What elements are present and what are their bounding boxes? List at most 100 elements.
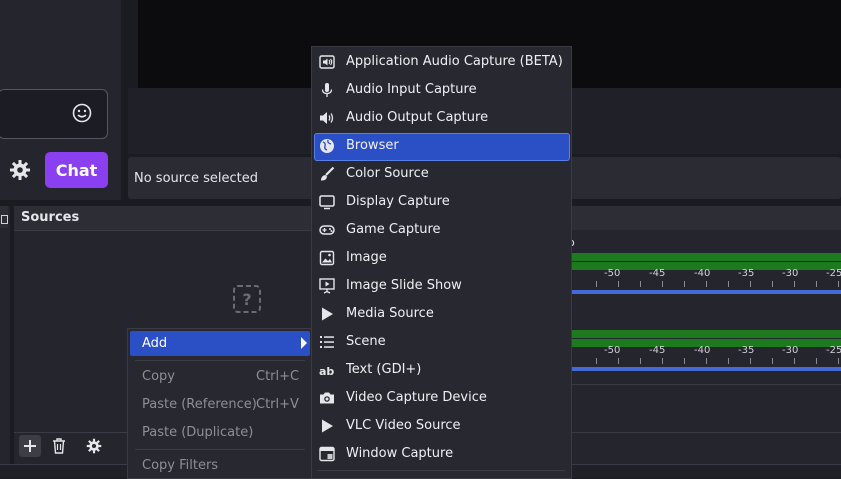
meter-tick: [816, 358, 817, 364]
meter-tick: [684, 281, 685, 287]
submenu-item-label: Media Source: [346, 306, 434, 321]
menu-separator: [135, 360, 305, 361]
source-properties-button[interactable]: [83, 435, 105, 457]
meter-tick: [596, 281, 597, 287]
meter-tick-label: -50: [604, 268, 621, 279]
speaker-icon: [320, 112, 334, 124]
chevron-right-icon: [301, 337, 307, 349]
meter-tick: [706, 358, 707, 364]
meter-tick: [596, 358, 597, 364]
meter-tick-label: -40: [694, 345, 711, 356]
gamepad-icon: [319, 225, 335, 235]
volume-slider[interactable]: [570, 367, 841, 371]
menu-item-paste-reference[interactable]: Paste (Reference): [142, 397, 257, 412]
menu-item-add-label: Add: [142, 336, 168, 351]
volume-meter: [570, 330, 841, 338]
sources-title: Sources: [21, 210, 80, 225]
meter-tick: [618, 281, 619, 287]
chat-button[interactable]: Chat: [45, 152, 108, 188]
mixer-divider: [565, 432, 841, 433]
gear-icon[interactable]: [9, 159, 31, 181]
slideshow-icon: [319, 278, 335, 294]
meter-tick: [706, 281, 707, 287]
meter-tick: [772, 281, 773, 287]
submenu-item-label: Window Capture: [346, 446, 454, 461]
shortcut-label: Ctrl+C: [256, 369, 300, 384]
gear-icon: [86, 438, 102, 454]
meter-tick: [728, 358, 729, 364]
audio-mixer-header: [565, 206, 841, 230]
empty-sources-icon: ?: [233, 285, 261, 313]
meter-tick-label: -25: [826, 268, 841, 279]
meter-tick: [640, 358, 641, 364]
trash-icon: [53, 438, 65, 454]
monitor-icon: [319, 195, 335, 210]
menu-item-paste-duplicate[interactable]: Paste (Duplicate): [142, 425, 253, 440]
submenu-item-label: Game Capture: [346, 222, 441, 237]
menu-item-copy[interactable]: Copy: [142, 369, 175, 384]
submenu-item-label: Audio Input Capture: [346, 82, 477, 97]
meter-tick: [640, 281, 641, 287]
play-icon: [322, 307, 333, 321]
meter-tick: [662, 358, 663, 364]
remove-source-button[interactable]: [48, 435, 70, 457]
scenes-dock: [0, 206, 10, 464]
meter-tick: [684, 358, 685, 364]
submenu-item-label: Video Capture Device: [346, 390, 487, 405]
list-icon: [320, 336, 334, 348]
meter-tick: [838, 281, 839, 287]
submenu-item-label: Image Slide Show: [346, 278, 462, 293]
menu-item-copy-filters[interactable]: Copy Filters: [142, 458, 218, 473]
meter-tick-label: -45: [649, 345, 666, 356]
app-audio-icon: [319, 55, 335, 69]
globe-icon: [320, 139, 334, 153]
no-source-label: No source selected: [134, 171, 258, 186]
menu-separator: [135, 449, 305, 450]
meter-tick-label: -35: [738, 345, 755, 356]
mixer-divider: [565, 384, 841, 385]
meter-tick: [838, 358, 839, 364]
menu-separator: [317, 470, 565, 471]
shortcut-label: Ctrl+V: [256, 397, 299, 412]
submenu-item-label: Image: [346, 250, 387, 265]
add-source-button[interactable]: [19, 435, 41, 457]
meter-tick-label: -25: [826, 345, 841, 356]
submenu-item-label: VLC Video Source: [346, 418, 461, 433]
submenu-item-label: Display Capture: [346, 194, 450, 209]
meter-tick: [816, 281, 817, 287]
plus-icon: [24, 440, 36, 452]
brush-icon: [321, 166, 335, 181]
meter-tick: [662, 281, 663, 287]
meter-tick-label: -40: [694, 268, 711, 279]
submenu-item-label: Browser: [346, 138, 399, 153]
meter-tick: [794, 281, 795, 287]
emoji-icon[interactable]: [72, 103, 92, 123]
dock-float-icon[interactable]: [1, 215, 8, 224]
image-icon: [319, 250, 335, 266]
play-icon: [322, 419, 333, 433]
meter-tick: [750, 358, 751, 364]
submenu-item-label: Audio Output Capture: [346, 110, 489, 125]
submenu-item-label: Color Source: [346, 166, 429, 181]
meter-tick-label: -30: [782, 268, 799, 279]
volume-slider[interactable]: [570, 290, 841, 294]
volume-meter: [570, 253, 841, 261]
meter-tick: [794, 358, 795, 364]
text-icon: ab: [319, 365, 334, 378]
dock-separator[interactable]: [124, 0, 127, 200]
window-icon: [319, 446, 335, 462]
submenu-item-label: Text (GDI+): [346, 362, 422, 377]
camera-icon: [320, 392, 334, 404]
submenu-item-label: Application Audio Capture (BETA): [346, 54, 563, 69]
meter-tick: [728, 281, 729, 287]
meter-tick-label: -30: [782, 345, 799, 356]
meter-tick: [618, 358, 619, 364]
meter-tick-label: -45: [649, 268, 666, 279]
submenu-item-label: Scene: [346, 334, 386, 349]
meter-tick: [750, 281, 751, 287]
microphone-icon: [321, 83, 333, 97]
svg-text:?: ?: [242, 290, 251, 309]
meter-tick-label: -35: [738, 268, 755, 279]
meter-tick: [772, 358, 773, 364]
meter-tick-label: -50: [604, 345, 621, 356]
